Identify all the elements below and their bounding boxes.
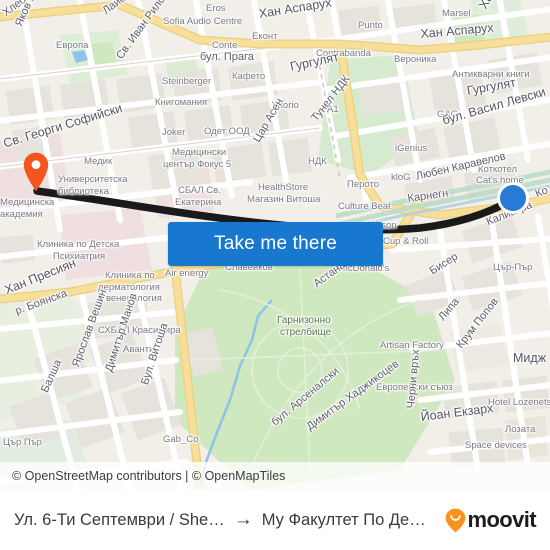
- arrow-right-icon: →: [233, 509, 253, 530]
- moovit-trip-map-screen: ErosХан АспарухХан КрумMarselЛайош Кошут…: [0, 0, 550, 550]
- map-canvas[interactable]: ErosХан АспарухХан КрумMarselЛайош Кошут…: [0, 0, 550, 490]
- moovit-logo[interactable]: moovit: [445, 507, 537, 533]
- trip-destination-label[interactable]: Му Факултет По Де…: [262, 511, 426, 530]
- trip-origin-label[interactable]: Ул. 6-Ти Септември / She…: [14, 511, 225, 530]
- destination-marker-dot: [500, 185, 526, 211]
- moovit-pin-icon: [446, 508, 466, 532]
- take-me-there-button[interactable]: Take me there: [168, 222, 383, 266]
- moovit-wordmark: moovit: [467, 507, 536, 532]
- map-attribution[interactable]: © OpenStreetMap contributors | © OpenMap…: [0, 462, 550, 490]
- trip-summary-bar: Ул. 6-Ти Септември / She… → Му Факултет …: [0, 490, 550, 550]
